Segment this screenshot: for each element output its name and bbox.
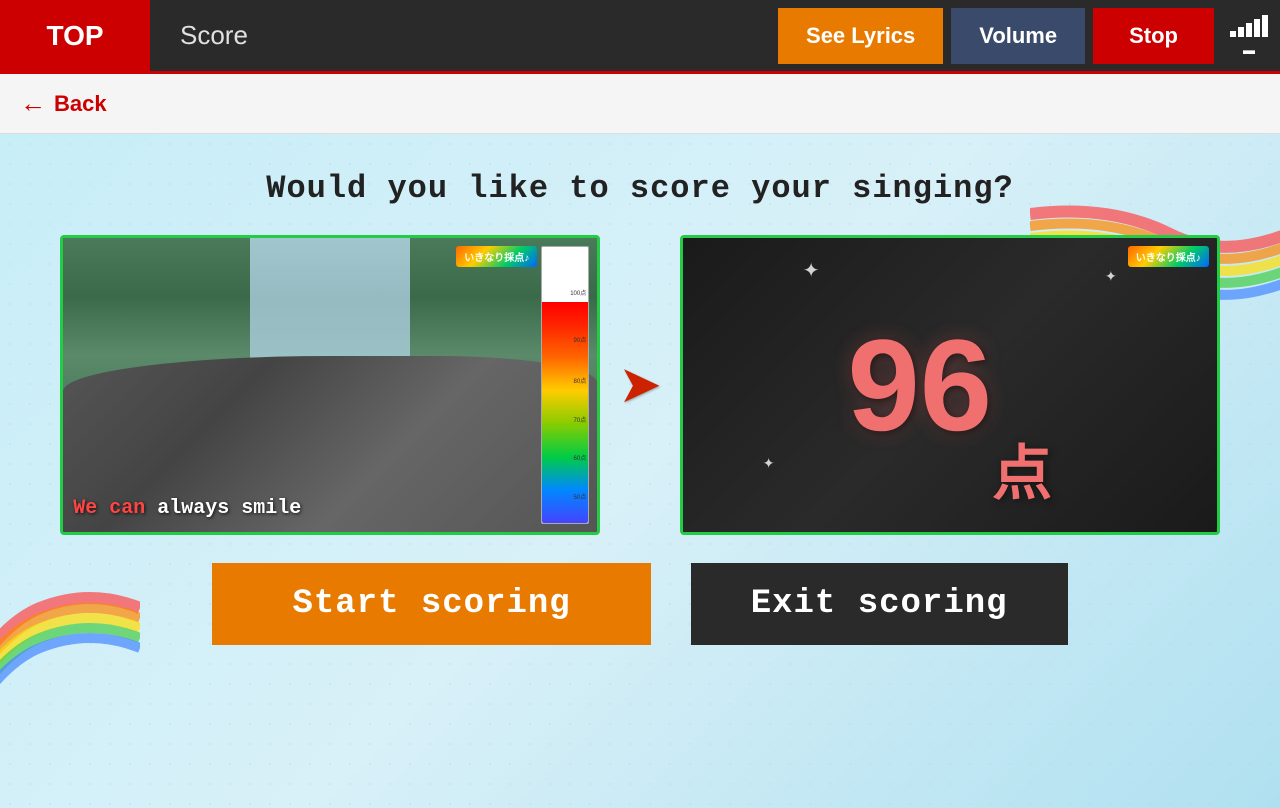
score-tick-50: 50点 [574,492,589,501]
sparkle-3: ✦ [763,455,775,472]
rainbow-left-decoration [0,528,140,728]
waterfall-scene [63,238,597,532]
header-buttons: See Lyrics Volume Stop ▬ [778,8,1280,64]
arrow-right-icon: ➤ [618,355,662,415]
back-link[interactable]: ← Back [20,88,107,119]
back-arrow-icon: ← [20,88,46,119]
right-video-card: ✦ ✦ ✦ 96 点 いきなり採点♪ [680,235,1220,535]
top-label: TOP [46,20,103,52]
see-lyrics-button[interactable]: See Lyrics [778,8,943,64]
lyrics-highlighted: We can [73,497,145,520]
header: TOP Score See Lyrics Volume Stop ▬ [0,0,1280,74]
preview-area: 100点 90点 80点 70点 60点 50点 いきなり採点♪ We can … [0,235,1280,535]
score-display: ✦ ✦ ✦ 96 点 [683,238,1217,532]
main-content: Would you like to score your singing? 10… [0,134,1280,808]
lyrics-text: We can always smile [73,497,301,520]
score-tick-80: 80点 [574,376,589,385]
signal-bar-5 [1262,15,1268,37]
signal-bar-3 [1246,23,1252,37]
start-scoring-button[interactable]: Start scoring [212,563,650,645]
left-badge: いきなり採点♪ [456,246,537,267]
back-bar: ← Back [0,74,1280,134]
right-badge: いきなり採点♪ [1128,246,1209,267]
top-button[interactable]: TOP [0,0,150,71]
score-number: 96 [847,320,992,450]
signal-bar-2 [1238,27,1244,37]
score-tick-90: 90点 [574,335,589,344]
sparkle-1: ✦ [803,258,820,283]
score-tick-100: 100点 [570,288,588,297]
score-label: Score [150,20,778,51]
back-label: Back [54,91,107,117]
volume-button[interactable]: Volume [951,8,1085,64]
score-unit: 点 [992,425,1052,532]
score-tick-60: 60点 [574,453,589,462]
signal-bar-1 [1230,31,1236,37]
sparkle-2: ✦ [1105,268,1117,285]
signal-bar-4 [1254,19,1260,37]
signal-icon: ▬ [1222,15,1268,57]
left-video-card: 100点 90点 80点 70点 60点 50点 いきなり採点♪ We can … [60,235,600,535]
score-bar: 100点 90点 80点 70点 60点 50点 [541,246,589,524]
lyrics-plain: always smile [145,497,301,520]
score-tick-70: 70点 [574,415,589,424]
stop-button[interactable]: Stop [1093,8,1214,64]
battery-icon: ▬ [1243,43,1255,57]
question-text: Would you like to score your singing? [266,170,1014,207]
exit-scoring-button[interactable]: Exit scoring [691,563,1068,645]
bottom-buttons: Start scoring Exit scoring [212,563,1067,645]
signal-bars [1230,15,1268,37]
